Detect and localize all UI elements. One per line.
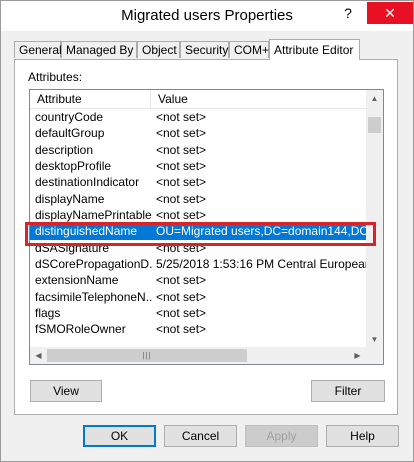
attribute-name-cell: desktopProfile	[35, 159, 112, 174]
attribute-value-cell: <not set>	[156, 322, 207, 337]
table-row[interactable]: dSASignature <not set>	[30, 240, 366, 256]
scroll-left-icon[interactable]: ◀	[30, 347, 47, 364]
scroll-right-icon[interactable]: ▶	[349, 347, 366, 364]
attribute-value-cell: <not set>	[156, 159, 207, 174]
filter-button[interactable]: Filter	[311, 380, 385, 402]
table-row[interactable]: extensionName <not set>	[30, 272, 366, 288]
table-row[interactable]: facsimileTelephoneN... <not set>	[30, 289, 366, 305]
vertical-scroll-thumb[interactable]	[368, 117, 381, 133]
tab-com-plus[interactable]: COM+	[229, 41, 269, 58]
vertical-scrollbar[interactable]: ▲ ▼	[366, 90, 383, 348]
table-row[interactable]: countryCode <not set>	[30, 109, 366, 125]
tab-object[interactable]: Object	[137, 41, 180, 58]
table-row[interactable]: defaultGroup <not set>	[30, 125, 366, 141]
attribute-name-cell: extensionName	[35, 273, 119, 288]
attributes-list[interactable]: Attribute Value countryCode <not set> defa…	[29, 89, 384, 365]
table-row[interactable]: destinationIndicator <not set>	[30, 174, 366, 190]
horizontal-scrollbar[interactable]: ◀ ||| ▶	[30, 347, 366, 364]
tab-attribute-editor[interactable]: Attribute Editor	[269, 39, 360, 60]
scroll-up-icon[interactable]: ▲	[366, 90, 383, 107]
attribute-value-cell: 5/25/2018 1:53:16 PM Central European Da	[156, 257, 366, 272]
attribute-name-cell: dSASignature	[35, 240, 110, 255]
attribute-value-cell: <not set>	[156, 126, 207, 141]
attribute-name-cell: fSMORoleOwner	[35, 322, 126, 337]
cancel-button[interactable]: Cancel	[164, 425, 237, 447]
attributes-label: Attributes:	[28, 70, 83, 84]
view-button[interactable]: View	[30, 380, 102, 402]
attribute-value-cell: <not set>	[156, 175, 207, 190]
list-header: Attribute Value	[30, 90, 366, 109]
scroll-down-icon[interactable]: ▼	[366, 331, 383, 348]
table-row[interactable]: displayName <not set>	[30, 191, 366, 207]
attribute-value-cell: OU=Migrated users,DC=domain144,DC=lab	[156, 224, 366, 239]
attribute-name-cell: facsimileTelephoneN...	[35, 289, 153, 304]
help-title-button[interactable]: ?	[331, 2, 365, 24]
tab-managed-by[interactable]: Managed By	[61, 41, 137, 58]
attribute-name-cell: flags	[35, 306, 61, 321]
attribute-value-cell: <not set>	[156, 273, 207, 288]
attribute-value-cell: <not set>	[156, 306, 207, 321]
attribute-name-cell: displayName	[35, 191, 105, 206]
scrollbar-corner	[366, 347, 383, 364]
column-header-attribute[interactable]: Attribute	[37, 92, 82, 106]
table-row[interactable]: distinguishedName OU=Migrated users,DC=do…	[30, 223, 366, 240]
column-separator[interactable]	[150, 90, 151, 108]
attribute-name-cell: destinationIndicator	[35, 175, 140, 190]
title-bar: Migrated users Properties ? ✕	[1, 1, 413, 31]
attribute-value-cell: <not set>	[156, 289, 207, 304]
ok-button[interactable]: OK	[83, 425, 156, 447]
tab-security[interactable]: Security	[180, 41, 229, 58]
list-rows: countryCode <not set> defaultGroup <not set…	[30, 109, 366, 338]
attribute-value-cell: <not set>	[156, 110, 207, 124]
attribute-name-cell: defaultGroup	[35, 126, 105, 141]
attribute-name-cell: distinguishedName	[35, 224, 138, 239]
table-row[interactable]: fSMORoleOwner <not set>	[30, 321, 366, 337]
attribute-value-cell: <not set>	[156, 240, 207, 255]
attribute-value-cell: <not set>	[156, 142, 207, 157]
table-row[interactable]: description <not set>	[30, 142, 366, 158]
help-button[interactable]: Help	[326, 425, 399, 447]
table-row[interactable]: flags <not set>	[30, 305, 366, 321]
attribute-name-cell: dSCorePropagationD...	[35, 257, 153, 272]
attribute-value-cell: <not set>	[156, 208, 207, 223]
table-row[interactable]: displayNamePrintable <not set>	[30, 207, 366, 223]
close-button[interactable]: ✕	[367, 2, 413, 24]
attribute-name-cell: countryCode	[35, 110, 104, 124]
tab-general[interactable]: General	[14, 41, 62, 58]
horizontal-scroll-thumb[interactable]: |||	[47, 349, 247, 362]
attribute-name-cell: description	[35, 142, 94, 157]
table-row[interactable]: dSCorePropagationD... 5/25/2018 1:53:16 P…	[30, 256, 366, 272]
apply-button[interactable]: Apply	[245, 425, 318, 447]
column-header-value[interactable]: Value	[158, 92, 188, 106]
table-row[interactable]: desktopProfile <not set>	[30, 158, 366, 174]
attribute-name-cell: displayNamePrintable	[35, 208, 152, 223]
attribute-value-cell: <not set>	[156, 191, 207, 206]
